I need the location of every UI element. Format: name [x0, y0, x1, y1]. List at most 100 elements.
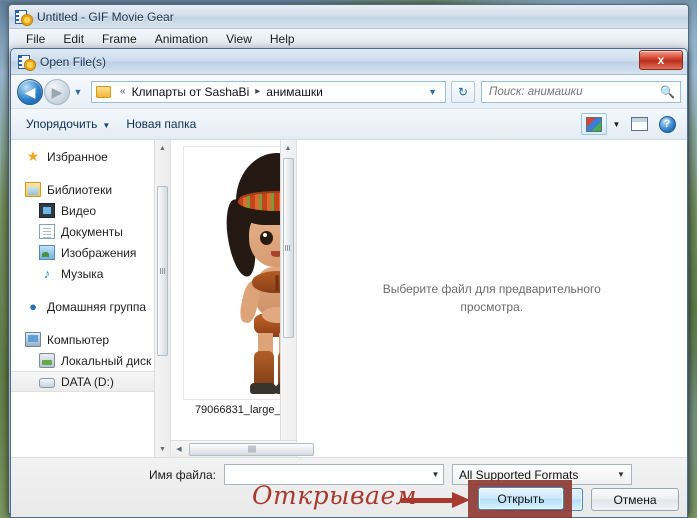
new-folder-button[interactable]: Новая папка [118, 114, 204, 134]
back-button[interactable]: ◀ [17, 78, 43, 105]
sidebar-label-data-drive: DATA (D:) [61, 374, 114, 389]
file-name-label: 79066831_large_0_8d193_fdb2a [194, 404, 280, 416]
sidebar-item-pictures[interactable]: Изображения [11, 242, 170, 263]
drive-icon [39, 377, 55, 388]
folder-icon [96, 85, 111, 98]
navigation-row: ◀ ▶ ▼ « Клипарты от SashaBi ▸ анимашки ▼… [11, 75, 687, 109]
sidebar-gap-3 [11, 317, 170, 329]
star-icon: ★ [26, 148, 40, 164]
dialog-toolbar: Упорядочить ▼ Новая папка ▼ ? [11, 109, 687, 140]
sidebar-label-favorites: Избранное [47, 149, 108, 164]
sidebar-item-music[interactable]: ♪ Музыка [11, 263, 170, 284]
organize-button[interactable]: Упорядочить ▼ [18, 114, 118, 134]
music-icon: ♪ [43, 266, 51, 281]
menu-item-help[interactable]: Help [261, 30, 304, 48]
navigation-pane: ★ Избранное Библиотеки Видео Документы И… [11, 140, 171, 457]
library-icon [25, 182, 41, 197]
sidebar-item-homegroup[interactable]: ● Домашняя группа [11, 296, 170, 317]
app-menubar: File Edit Frame Animation View Help [9, 29, 688, 50]
hscroll-left-icon[interactable]: ◀ [171, 442, 187, 457]
local-disk-icon [39, 353, 55, 368]
chevron-down-icon: ▼ [102, 121, 111, 130]
annotation-text: Открываем [252, 481, 417, 510]
breadcrumb-item-1[interactable]: анимашки [264, 84, 325, 100]
app-title: Untitled - GIF Movie Gear [37, 9, 174, 24]
organize-label: Упорядочить [26, 117, 98, 131]
file-list-scroll-up-icon[interactable]: ▲ [281, 140, 296, 156]
sidebar-label-local-disk: Локальный диск [61, 353, 152, 368]
address-dropdown-icon[interactable]: ▼ [424, 87, 441, 97]
file-list-vertical-scrollbar[interactable]: ▲ [279, 140, 296, 440]
menu-item-animation[interactable]: Animation [146, 30, 217, 48]
sidebar-item-favorites[interactable]: ★ Избранное [11, 146, 170, 167]
sidebar-label-libraries: Библиотеки [47, 182, 113, 197]
list-item[interactable]: 79066831_large_0_8d193_fdb2a [183, 146, 280, 416]
sidebar-label-homegroup: Домашняя группа [47, 299, 147, 314]
menu-item-file[interactable]: File [17, 30, 54, 48]
file-list-scroll-thumb[interactable] [282, 158, 294, 338]
filename-dropdown-icon[interactable]: ▼ [428, 470, 443, 479]
doll-illustration [216, 147, 280, 397]
sidebar-item-data-drive[interactable]: DATA (D:) [11, 371, 170, 392]
homegroup-icon: ● [29, 299, 37, 314]
app-titlebar: Untitled - GIF Movie Gear [9, 5, 688, 29]
change-view-button[interactable] [581, 113, 607, 135]
navpane-scroll-down-icon[interactable]: ▼ [155, 441, 170, 457]
dialog-film-gear-icon [18, 54, 35, 70]
menu-item-frame[interactable]: Frame [93, 30, 146, 48]
navpane-scrollbar[interactable]: ▲ ▼ [154, 140, 170, 457]
file-list-pane: 79066831_large_0_8d193_fdb2a ▲ ◀ ▶ [171, 140, 314, 457]
close-button[interactable]: x [639, 50, 683, 70]
navpane-scroll-up-icon[interactable]: ▲ [155, 140, 170, 156]
filename-label: Имя файла: [149, 467, 216, 482]
film-gear-icon [15, 9, 32, 25]
help-icon: ? [658, 115, 676, 133]
search-box[interactable]: 🔍 [481, 80, 681, 103]
address-bar[interactable]: « Клипарты от SashaBi ▸ анимашки ▼ [91, 80, 446, 103]
menu-item-edit[interactable]: Edit [54, 30, 93, 48]
breadcrumb-item-0[interactable]: Клипарты от SashaBi [130, 84, 252, 100]
sidebar-item-local-disk[interactable]: Локальный диск [11, 350, 170, 371]
breadcrumb-separator: ▸ [255, 86, 261, 97]
menu-item-view[interactable]: View [217, 30, 261, 48]
sidebar-label-video: Видео [61, 203, 97, 218]
chevron-down-icon: ▼ [617, 470, 625, 479]
video-icon [39, 203, 55, 218]
pictures-icon [39, 245, 55, 260]
sidebar-label-music: Музыка [61, 266, 104, 281]
preview-pane-button[interactable] [626, 113, 652, 135]
history-dropdown-icon[interactable]: ▼ [70, 79, 86, 105]
sidebar-label-documents: Документы [61, 224, 123, 239]
dialog-body: ★ Избранное Библиотеки Видео Документы И… [11, 140, 687, 457]
document-icon [39, 224, 55, 239]
toolbar-right-group: ▼ ? [581, 113, 680, 135]
sidebar-label-pictures: Изображения [61, 245, 137, 260]
navpane-scroll-thumb[interactable] [157, 186, 168, 356]
help-button[interactable]: ? [654, 113, 680, 135]
sidebar-item-libraries[interactable]: Библиотеки [11, 179, 170, 200]
sidebar-item-documents[interactable]: Документы [11, 221, 170, 242]
sidebar-gap-2 [11, 284, 170, 296]
search-input[interactable] [487, 84, 661, 99]
filename-input[interactable] [224, 467, 428, 482]
preview-pane: Выберите файл для предварительного просм… [296, 140, 687, 457]
search-icon: 🔍 [660, 84, 675, 99]
file-list-inner: 79066831_large_0_8d193_fdb2a [171, 140, 280, 440]
hscroll-track[interactable] [187, 442, 314, 457]
forward-button[interactable]: ▶ [44, 78, 70, 105]
annotation-open-button[interactable]: Открыть [478, 487, 564, 510]
sidebar-item-computer[interactable]: Компьютер [11, 329, 170, 350]
preview-message: Выберите файл для предварительного просм… [382, 282, 601, 314]
open-file-dialog: Open File(s) x ◀ ▶ ▼ « Клипарты от Sasha… [10, 48, 688, 518]
sidebar-item-video[interactable]: Видео [11, 200, 170, 221]
doll-thumbnail[interactable] [183, 146, 280, 400]
cancel-button[interactable]: Отмена [591, 488, 679, 511]
refresh-button[interactable]: ↻ [451, 80, 475, 103]
dialog-titlebar: Open File(s) x [11, 49, 687, 75]
breadcrumb-overflow-icon[interactable]: « [116, 86, 130, 97]
view-dropdown-icon[interactable]: ▼ [609, 113, 624, 135]
file-list-horizontal-scrollbar[interactable]: ◀ ▶ [171, 440, 314, 457]
hscroll-thumb[interactable] [189, 442, 314, 456]
computer-icon [25, 332, 41, 347]
